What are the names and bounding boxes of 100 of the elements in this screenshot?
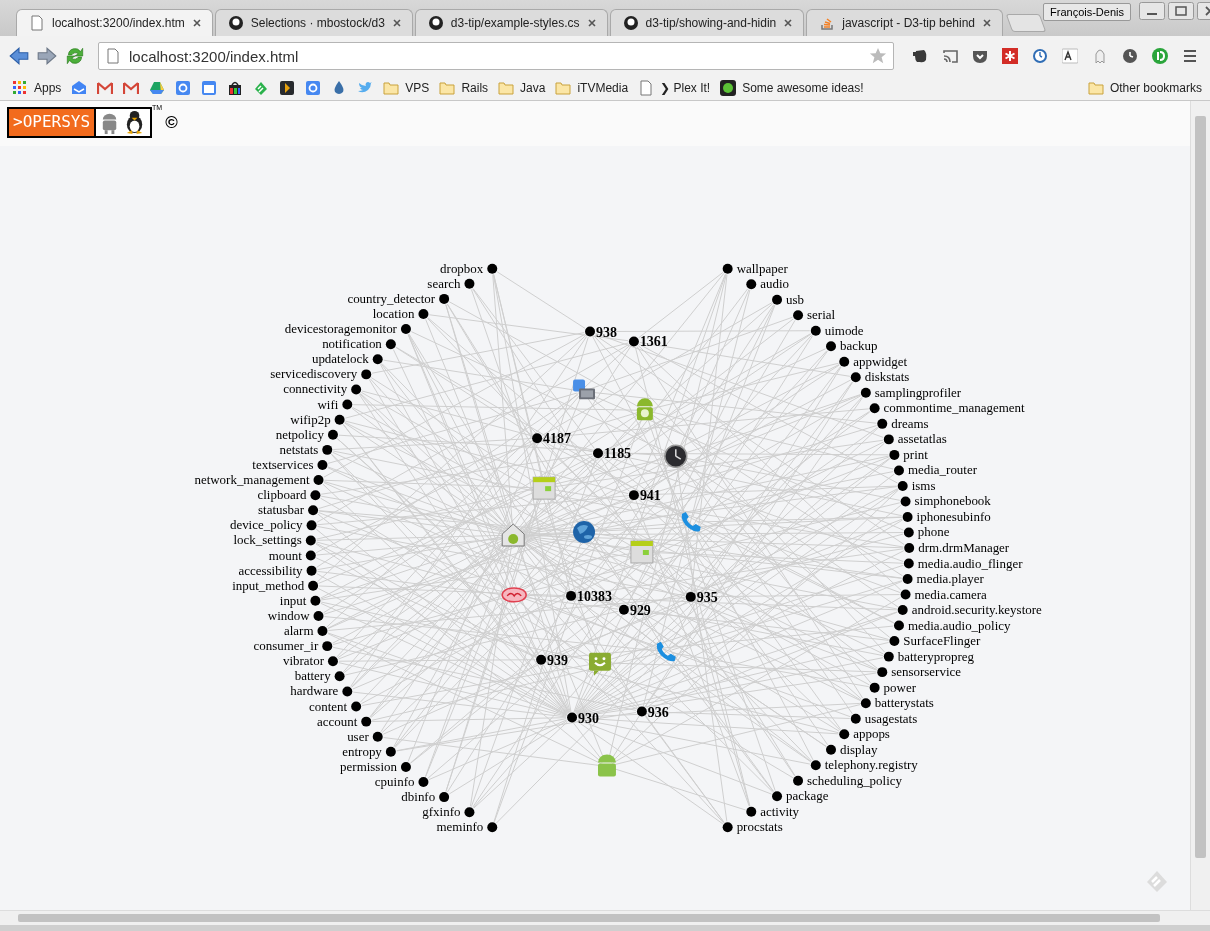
- site-bookmark[interactable]: Some awesome ideas!: [720, 80, 864, 96]
- cat-icon: [227, 15, 244, 31]
- translate-icon[interactable]: [1062, 48, 1078, 64]
- process-label: 936: [647, 704, 669, 720]
- node-dot: [400, 324, 411, 334]
- folder-bookmark[interactable]: Rails: [439, 80, 489, 96]
- node-dot: [897, 605, 908, 615]
- node-dot: [877, 418, 888, 429]
- star-icon[interactable]: [869, 47, 887, 65]
- process-label: 4187: [543, 431, 572, 447]
- apps-bookmark[interactable]: Apps: [12, 80, 62, 96]
- horizontal-scrollbar[interactable]: [0, 910, 1210, 925]
- service-label: wifip2p: [290, 411, 331, 427]
- maximize-button[interactable]: [1168, 2, 1194, 20]
- node-dot: [860, 698, 871, 709]
- asterisk-icon[interactable]: [1002, 48, 1018, 64]
- node-dot: [618, 604, 629, 615]
- address-bar[interactable]: localhost:3200/index.html: [98, 42, 894, 70]
- node-dot: [464, 807, 475, 818]
- clock-icon[interactable]: [1032, 48, 1048, 64]
- ghost-icon[interactable]: [1092, 48, 1108, 64]
- cast-icon[interactable]: [942, 48, 958, 64]
- reload-button[interactable]: [64, 45, 86, 67]
- service-label: commontime_management: [883, 400, 1025, 416]
- node-dot: [327, 429, 338, 440]
- close-icon[interactable]: [982, 18, 992, 28]
- service-label: appwidget: [853, 353, 908, 369]
- service-label: assetatlas: [897, 431, 947, 447]
- folder-bookmark[interactable]: Java: [498, 80, 546, 96]
- close-icon[interactable]: [783, 18, 794, 28]
- service-label: mount: [268, 547, 302, 563]
- service-label: appops: [853, 726, 890, 742]
- drive-icon[interactable]: [149, 80, 166, 96]
- node-dot: [772, 791, 783, 802]
- page-bookmark[interactable]: ❯ Plex It!: [638, 80, 711, 96]
- forward-button[interactable]: [36, 45, 58, 67]
- node-dot: [334, 414, 345, 425]
- node-dot: [810, 325, 821, 336]
- browser-tab[interactable]: d3-tip/example-styles.cs: [414, 9, 608, 36]
- node-dot: [722, 822, 733, 833]
- node-dot: [372, 354, 383, 365]
- scroll-thumb[interactable]: [1195, 116, 1206, 858]
- folder-bookmark[interactable]: Other bookmarks: [1087, 80, 1202, 96]
- service-label: servicediscovery: [270, 366, 358, 382]
- node-dot: [810, 760, 821, 771]
- mail-icon[interactable]: [123, 80, 140, 96]
- service-label: scheduling_policy: [807, 772, 902, 788]
- chevron-icon[interactable]: [279, 80, 296, 96]
- node-dot: [327, 656, 338, 667]
- keyboard-icon: [573, 379, 595, 400]
- elephant-icon[interactable]: [912, 48, 928, 64]
- vertical-scrollbar[interactable]: [1190, 101, 1210, 910]
- calendar-icon[interactable]: [201, 80, 218, 96]
- minimize-button[interactable]: [1139, 2, 1165, 20]
- node-dot: [308, 505, 319, 516]
- menu-icon[interactable]: [1182, 48, 1198, 64]
- process-label: 938: [596, 324, 617, 340]
- service-label: account: [316, 713, 358, 729]
- node-dot: [306, 565, 317, 576]
- browser-tab[interactable]: d3-tip/showing-and-hidin: [609, 9, 805, 36]
- node-dot: [746, 806, 757, 817]
- mail-icon[interactable]: [97, 80, 114, 96]
- circle-icon[interactable]: [1152, 48, 1168, 64]
- service-label: search: [427, 275, 461, 291]
- service-label: clipboard: [257, 487, 307, 503]
- service-label: batterypropreg: [897, 648, 975, 664]
- cat-icon: [427, 15, 444, 31]
- back-button[interactable]: [8, 45, 30, 67]
- node-dot: [839, 356, 850, 367]
- pocket-icon[interactable]: [972, 48, 988, 64]
- node-dot: [900, 496, 911, 507]
- bag-icon[interactable]: [227, 80, 244, 96]
- service-label: telephony.registry: [824, 757, 918, 773]
- close-icon[interactable]: [191, 18, 202, 28]
- service-label: connectivity: [283, 381, 348, 397]
- copyright-mark: ©: [165, 113, 178, 133]
- clock-icon[interactable]: [1122, 48, 1138, 64]
- service-label: input: [279, 592, 307, 608]
- inbox-icon[interactable]: [71, 80, 88, 96]
- service-label: media.audio_policy: [907, 617, 1011, 633]
- folder-icon: [383, 80, 400, 96]
- folder-bookmark[interactable]: iTVMedia: [555, 80, 629, 96]
- browser-tab[interactable]: localhost:3200/index.htm: [16, 9, 213, 36]
- google-icon[interactable]: [305, 80, 322, 96]
- node-dot: [883, 651, 894, 662]
- profile-button[interactable]: François-Denis: [1043, 3, 1131, 21]
- service-label: country_detector: [347, 290, 436, 306]
- google-icon[interactable]: [175, 80, 192, 96]
- close-icon[interactable]: [586, 18, 597, 28]
- node-dot: [385, 339, 396, 350]
- browser-tab[interactable]: javascript - D3-tip behind: [806, 9, 1003, 36]
- node-dot: [532, 433, 543, 444]
- folder-bookmark[interactable]: VPS: [383, 80, 430, 96]
- service-label: wifi: [317, 396, 339, 412]
- scroll-thumb[interactable]: [18, 914, 1160, 922]
- close-icon[interactable]: [391, 18, 402, 28]
- browser-tab[interactable]: Selections · mbostock/d3: [214, 9, 413, 36]
- leaf-icon[interactable]: [253, 80, 270, 96]
- service-label: dropbox: [440, 260, 484, 276]
- node-dot: [308, 580, 319, 591]
